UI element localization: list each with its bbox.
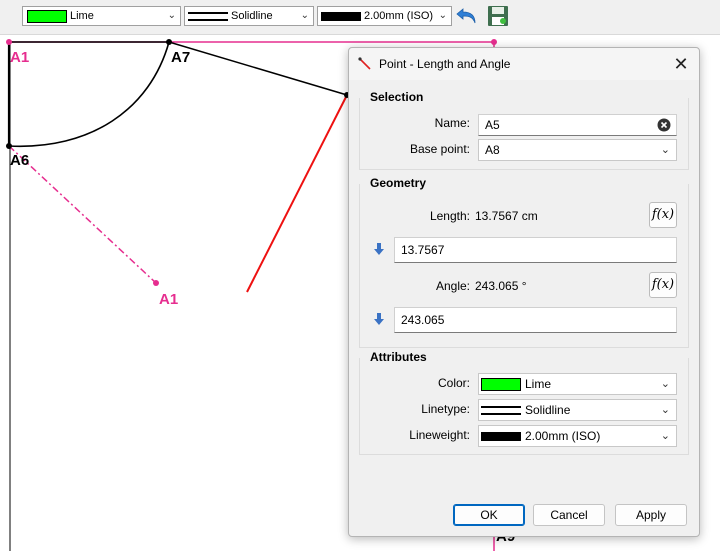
color-combo-label: Lime [70, 10, 94, 22]
linetype-swatch [188, 11, 228, 21]
lineweight-combo[interactable]: 2.00mm (ISO) ⌄ [317, 6, 452, 26]
label-a7: A7 [171, 49, 191, 66]
geometry-title: Geometry [370, 176, 427, 190]
color-combo-dialog[interactable]: Lime ⌄ [478, 373, 677, 395]
lineweight-swatch [481, 431, 521, 441]
linetype-swatch [481, 405, 521, 415]
label-a6: A6 [10, 152, 30, 169]
selection-group: Selection Name: A5 Base point: A8 ⌄ [359, 90, 689, 170]
point-a1-top [6, 39, 12, 45]
dashdot-line [8, 145, 157, 284]
linetype-combo[interactable]: Solidline ⌄ [184, 6, 314, 26]
tool-icon [358, 57, 371, 70]
length-label: Length: [429, 209, 470, 223]
chevron-down-icon: ⌄ [167, 10, 176, 21]
label-a1-lower: A1 [159, 291, 179, 308]
color-swatch [481, 377, 521, 391]
length-input[interactable]: 13.7567 [394, 237, 677, 263]
segment-a7-a8 [168, 41, 348, 96]
point-a1-lower [153, 280, 159, 286]
base-point-label: Base point: [409, 142, 470, 156]
preview-red-line [246, 94, 348, 293]
angle-input[interactable]: 243.065 [394, 307, 677, 333]
clear-icon[interactable] [657, 118, 671, 132]
arrow-down-icon[interactable] [372, 242, 386, 256]
angle-value: 243.065 ° [475, 279, 527, 293]
geometry-group: Geometry Length: 13.7567 cm f(x) 13.7567… [359, 176, 689, 348]
color-label: Color: [437, 376, 470, 390]
apply-button[interactable]: Apply [615, 504, 687, 526]
color-swatch [27, 9, 67, 23]
point-top-right [491, 39, 497, 45]
chevron-down-icon: ⌄ [660, 144, 670, 156]
chevron-down-icon: ⌄ [300, 10, 309, 21]
arrow-down-icon[interactable] [372, 312, 386, 326]
linetype-combo-label: Solidline [231, 10, 273, 22]
length-formula-button[interactable]: f(x) [649, 202, 677, 228]
function-icon: f(x) [651, 207, 675, 222]
lineweight-combo-label: 2.00mm (ISO) [364, 10, 434, 22]
cancel-button[interactable]: Cancel [533, 504, 605, 526]
close-button[interactable]: ✕ [669, 52, 693, 76]
ok-button[interactable]: OK [453, 504, 525, 526]
base-point-combo[interactable]: A8 ⌄ [478, 139, 677, 161]
point-length-angle-dialog: Point - Length and Angle ✕ Selection Nam… [348, 47, 700, 537]
linetype-value: Solidline [525, 403, 571, 417]
dialog-title: Point - Length and Angle [379, 57, 511, 71]
lineweight-combo-dialog[interactable]: 2.00mm (ISO) ⌄ [478, 425, 677, 447]
color-combo[interactable]: Lime ⌄ [22, 6, 181, 26]
name-field[interactable]: A5 [478, 114, 677, 136]
name-value: A5 [485, 118, 500, 132]
linetype-label: Linetype: [421, 402, 470, 416]
attributes-group: Attributes Color: Lime ⌄ Linetype: Solid… [359, 350, 689, 455]
base-point-value: A8 [485, 143, 500, 157]
linetype-combo-dialog[interactable]: Solidline ⌄ [478, 399, 677, 421]
function-icon: f(x) [651, 277, 675, 292]
color-value: Lime [525, 377, 552, 391]
chevron-down-icon: ⌄ [660, 404, 670, 416]
chevron-down-icon: ⌄ [660, 378, 670, 390]
lineweight-value: 2.00mm (ISO) [525, 429, 601, 443]
toolbar: Lime ⌄ Solidline ⌄ 2.00mm (ISO) ⌄ [0, 0, 720, 35]
lineweight-label: Lineweight: [409, 428, 470, 442]
attributes-title: Attributes [370, 350, 427, 364]
curve-a6-a7 [8, 41, 170, 148]
label-a1-top: A1 [10, 49, 30, 66]
dialog-titlebar[interactable]: Point - Length and Angle ✕ [349, 48, 699, 80]
length-value: 13.7567 cm [475, 209, 538, 223]
save-icon[interactable] [486, 4, 510, 28]
angle-formula-button[interactable]: f(x) [649, 272, 677, 298]
angle-input-value: 243.065 [401, 313, 445, 327]
length-input-value: 13.7567 [401, 243, 445, 257]
name-label: Name: [434, 116, 470, 130]
point-a7 [166, 39, 172, 45]
undo-icon[interactable] [455, 4, 479, 28]
close-icon: ✕ [673, 54, 689, 74]
point-a6 [6, 143, 12, 149]
chevron-down-icon: ⌄ [438, 10, 447, 21]
selection-title: Selection [370, 90, 424, 104]
chevron-down-icon: ⌄ [660, 430, 670, 442]
angle-label: Angle: [435, 279, 470, 293]
lineweight-swatch [321, 11, 361, 21]
